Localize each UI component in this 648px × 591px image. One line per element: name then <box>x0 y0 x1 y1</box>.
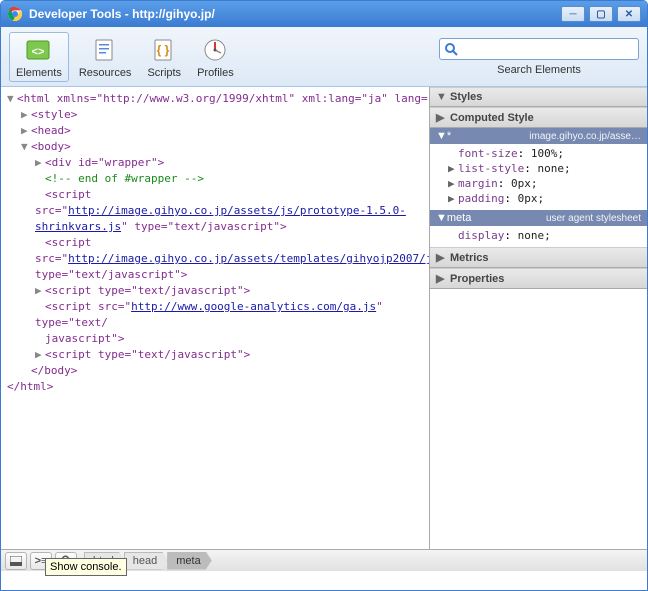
dock-button[interactable] <box>5 552 27 570</box>
tab-elements[interactable]: <> Elements <box>9 32 69 82</box>
tab-resources[interactable]: Resources <box>73 33 138 81</box>
dom-node[interactable]: <script src="http://www.google-analytics… <box>35 300 383 329</box>
dom-node[interactable]: javascript"> <box>45 332 124 345</box>
tab-scripts-label: Scripts <box>147 67 181 79</box>
tooltip: Show console. <box>45 558 127 576</box>
css-prop[interactable]: display: none; <box>448 228 637 243</box>
dom-node[interactable]: </html> <box>7 380 53 393</box>
dock-icon <box>10 556 22 566</box>
breadcrumb-head[interactable]: head <box>124 552 168 570</box>
rule-header-meta[interactable]: ▼metauser agent stylesheet <box>430 210 647 226</box>
script-link[interactable]: http://www.google-analytics.com/ga.js <box>131 300 376 313</box>
expand-icon[interactable]: ▶ <box>35 347 45 363</box>
rule-body-meta: display: none; <box>430 226 647 247</box>
css-prop[interactable]: font-size: 100%; <box>448 146 637 161</box>
expand-icon[interactable]: ▶ <box>35 283 45 299</box>
search-box: Search Elements <box>439 38 639 76</box>
expand-icon[interactable]: ▼ <box>7 91 17 107</box>
expand-icon[interactable]: ▼ <box>21 139 31 155</box>
window-controls: ─ ▢ ✕ <box>561 6 641 22</box>
search-label: Search Elements <box>497 64 581 76</box>
dom-node[interactable]: <head> <box>31 124 71 137</box>
dom-node[interactable]: <script type="text/javascript"> <box>45 284 250 297</box>
profiles-icon <box>201 37 229 63</box>
dom-node[interactable]: <html xmlns="http://www.w3.org/1999/xhtm… <box>17 92 429 105</box>
pane-styles[interactable]: ▼Styles <box>430 87 647 107</box>
minimize-button[interactable]: ─ <box>561 6 585 22</box>
svg-text:<>: <> <box>31 46 44 58</box>
main: ▼<html xmlns="http://www.w3.org/1999/xht… <box>1 87 647 549</box>
tab-profiles[interactable]: Profiles <box>191 33 240 81</box>
pane-computed[interactable]: ▶Computed Style <box>430 107 647 128</box>
maximize-button[interactable]: ▢ <box>589 6 613 22</box>
css-prop[interactable]: ▶margin: 0px; <box>448 176 637 191</box>
expand-icon[interactable]: ▶ <box>21 123 31 139</box>
scripts-icon: { } <box>150 37 178 63</box>
pane-properties[interactable]: ▶Properties <box>430 268 647 289</box>
dom-node[interactable]: <!-- end of #wrapper --> <box>45 172 204 185</box>
titlebar: Developer Tools - http://gihyo.jp/ ─ ▢ ✕ <box>1 1 647 27</box>
svg-text:{ }: { } <box>157 43 170 57</box>
css-prop[interactable]: ▶list-style: none; <box>448 161 637 176</box>
styles-panel: ▼Styles ▶Computed Style ▼*image.gihyo.co… <box>429 87 647 549</box>
dom-node[interactable]: <script src="http://image.gihyo.co.jp/as… <box>35 188 406 233</box>
toolbar: <> Elements Resources { } Scripts Profil… <box>1 27 647 87</box>
tab-profiles-label: Profiles <box>197 67 234 79</box>
pane-metrics[interactable]: ▶Metrics <box>430 247 647 268</box>
expand-icon[interactable]: ▶ <box>35 155 45 171</box>
search-icon <box>444 42 458 56</box>
css-prop[interactable]: ▶padding: 0px; <box>448 191 637 206</box>
tab-resources-label: Resources <box>79 67 132 79</box>
tab-scripts[interactable]: { } Scripts <box>141 33 187 81</box>
resources-icon <box>91 37 119 63</box>
dom-node[interactable]: <body> <box>31 140 71 153</box>
dom-node[interactable]: <style> <box>31 108 77 121</box>
rule-body-star: font-size: 100%; ▶list-style: none; ▶mar… <box>430 144 647 210</box>
dom-panel[interactable]: ▼<html xmlns="http://www.w3.org/1999/xht… <box>1 87 429 549</box>
close-button[interactable]: ✕ <box>617 6 641 22</box>
script-link[interactable]: http://image.gihyo.co.jp/assets/template… <box>68 252 429 265</box>
window-title: Developer Tools - http://gihyo.jp/ <box>29 7 561 21</box>
tab-elements-label: Elements <box>16 67 62 79</box>
chrome-icon <box>7 6 23 22</box>
dom-node[interactable]: <div id="wrapper"> <box>45 156 164 169</box>
rule-header-star[interactable]: ▼*image.gihyo.co.jp/asse… <box>430 128 647 144</box>
elements-icon: <> <box>25 37 53 63</box>
dom-node[interactable]: <script type="text/javascript"> <box>45 348 250 361</box>
expand-icon[interactable]: ▶ <box>21 107 31 123</box>
search-input-wrap[interactable] <box>439 38 639 60</box>
breadcrumb-meta[interactable]: meta <box>167 552 211 570</box>
dom-node[interactable]: <script src="http://image.gihyo.co.jp/as… <box>35 236 429 281</box>
devtools-window: Developer Tools - http://gihyo.jp/ ─ ▢ ✕… <box>0 0 648 591</box>
search-input[interactable] <box>458 43 634 55</box>
dom-node[interactable]: </body> <box>31 364 77 377</box>
